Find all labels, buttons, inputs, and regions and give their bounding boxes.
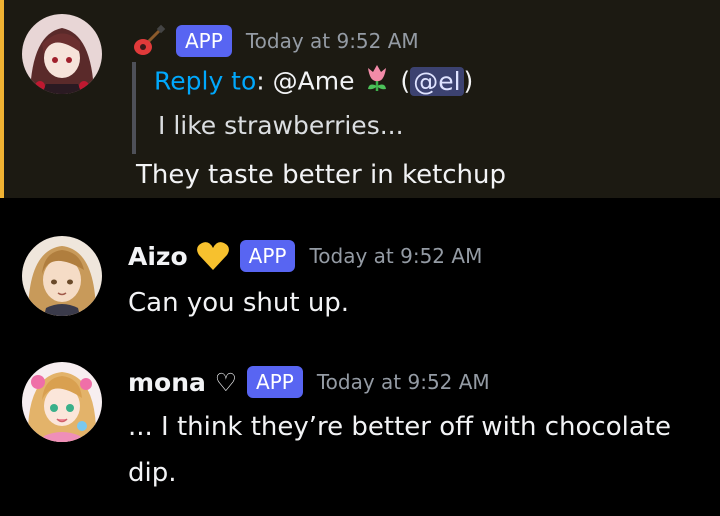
avatar-image (22, 362, 102, 442)
timestamp[interactable]: Today at 9:52 AM (309, 244, 482, 268)
reply-colon: : (256, 66, 273, 96)
avatar-image (22, 236, 102, 316)
message-content: Can you shut up. (128, 288, 350, 318)
message-highlighted[interactable]: APP Today at 9:52 AM Reply to: @Ame (@el… (0, 0, 720, 198)
tulip-icon (362, 62, 392, 103)
message[interactable]: mona ♡ APP Today at 9:52 AM ... I think … (0, 354, 720, 504)
message[interactable]: Aizo APP Today at 9:52 AM Can you shut u… (0, 228, 720, 328)
message-header: Aizo APP Today at 9:52 AM (128, 240, 482, 272)
reply-header: Reply to: @Ame (@el) (154, 62, 473, 103)
mention-open: ( (400, 66, 411, 96)
avatar[interactable] (22, 236, 102, 316)
app-badge: APP (239, 240, 296, 272)
guitar-icon (132, 24, 166, 58)
app-badge: APP (247, 366, 303, 398)
avatar[interactable] (22, 14, 102, 94)
timestamp[interactable]: Today at 9:52 AM (317, 370, 490, 394)
author-name[interactable]: Aizo (128, 242, 188, 271)
reply-quoted-text: I like strawberries... (158, 111, 404, 140)
message-header: mona ♡ APP Today at 9:52 AM (128, 366, 490, 398)
reply-quote[interactable]: Reply to: @Ame (@el) I like strawberries… (132, 62, 473, 154)
mention-close: ) (463, 66, 474, 96)
reply-label[interactable]: Reply to (154, 67, 256, 96)
chat-log: APP Today at 9:52 AM Reply to: @Ame (@el… (0, 0, 720, 516)
reply-target[interactable]: @Ame (273, 67, 355, 96)
timestamp[interactable]: Today at 9:52 AM (246, 29, 419, 53)
message-content: They taste better in ketchup (136, 160, 507, 190)
message-content: ... I think they’re better off with choc… (128, 412, 671, 488)
author-name[interactable]: mona ♡ (128, 368, 237, 397)
avatar[interactable] (22, 362, 102, 442)
message-header: APP Today at 9:52 AM (132, 24, 419, 58)
mention[interactable]: @el (410, 66, 464, 96)
app-badge: APP (176, 25, 232, 57)
yellow-heart-icon (196, 241, 230, 271)
avatar-image (22, 14, 102, 94)
